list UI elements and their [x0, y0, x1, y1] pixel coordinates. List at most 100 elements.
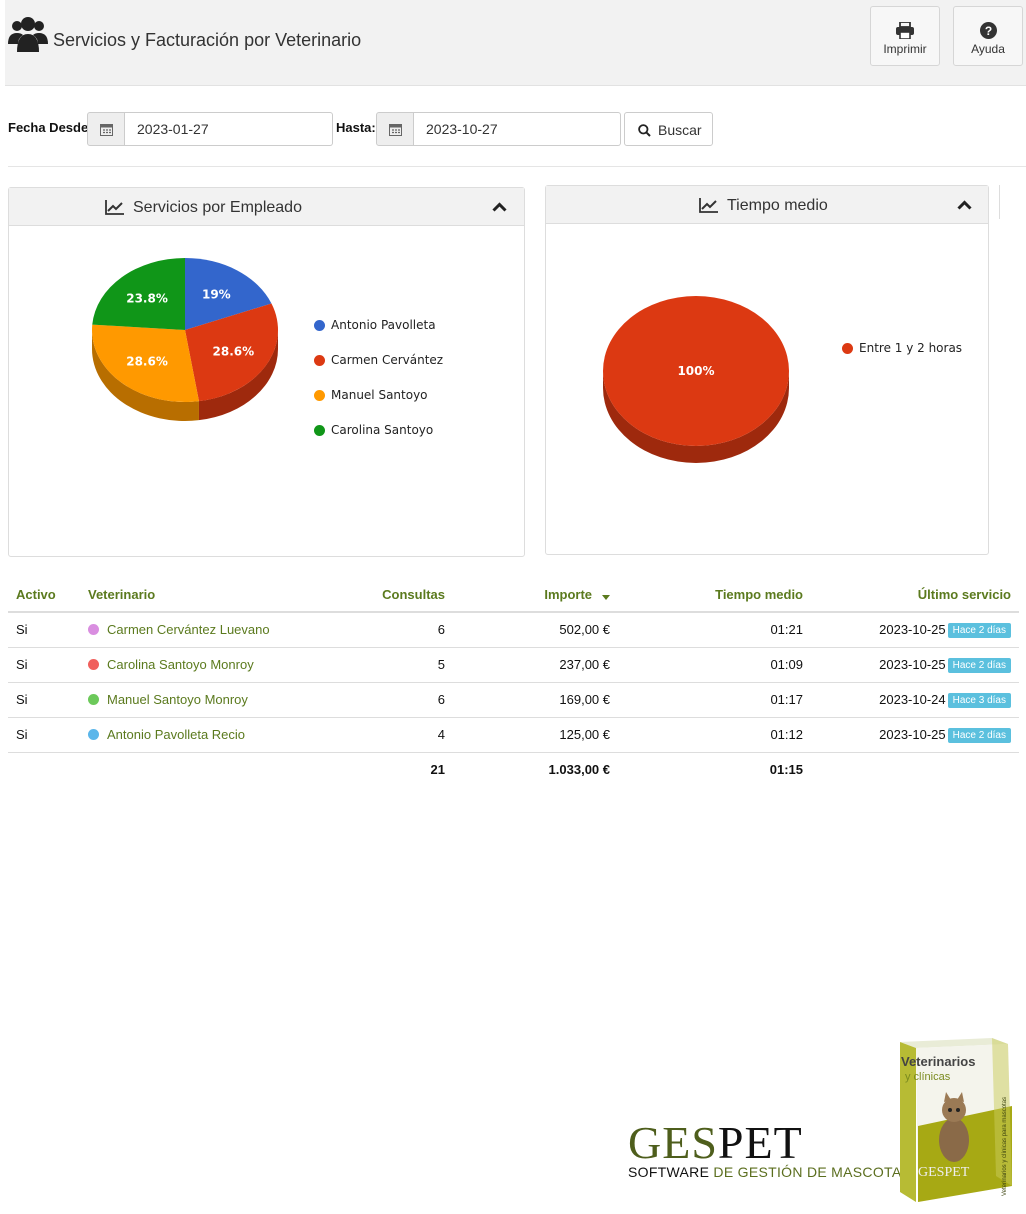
- to-calendar-button[interactable]: [376, 112, 414, 146]
- legend-label: Antonio Pavolleta: [331, 318, 436, 332]
- pie-slice-label: 28.6%: [126, 355, 168, 369]
- users-icon: [8, 17, 48, 52]
- cell-tiempo: 01:12: [618, 717, 811, 753]
- cell-consultas: 6: [330, 682, 453, 718]
- panel-header: Servicios por Empleado: [9, 188, 524, 226]
- to-date-label: Hasta:: [336, 120, 376, 135]
- to-date-input[interactable]: 2023-10-27: [414, 112, 621, 146]
- legend-label: Manuel Santoyo: [331, 388, 428, 402]
- product-box-image: Veterinarios y clínicas GESPET Veterinar…: [900, 1038, 1012, 1202]
- table-header-row: Activo Veterinario Consultas Importe Tie…: [8, 578, 1019, 613]
- total-consultas: 21: [430, 762, 445, 778]
- page-header: Servicios y Facturación por Veterinario …: [5, 0, 1026, 86]
- calendar-icon: [389, 124, 402, 136]
- box-side-text: Veterinarios y clínicas para mascotas: [1002, 1097, 1008, 1196]
- vets-table: Activo Veterinario Consultas Importe Tie…: [8, 578, 1019, 787]
- pie-slice-label: 28.6%: [213, 345, 255, 359]
- vet-name-link[interactable]: Carmen Cervántez Luevano: [107, 622, 270, 637]
- print-button[interactable]: Imprimir: [870, 6, 940, 66]
- help-button[interactable]: ? Ayuda: [953, 6, 1023, 66]
- svg-text:?: ?: [984, 24, 991, 38]
- cell-activo: Si: [8, 717, 80, 753]
- from-date-label: Fecha Desde:: [8, 120, 93, 135]
- pie-chart-time: 100%: [603, 296, 789, 463]
- calendar-icon: [100, 124, 113, 136]
- legend-color-dot: [314, 390, 325, 401]
- col-activo[interactable]: Activo: [8, 578, 80, 613]
- legend-color-dot: [314, 425, 325, 436]
- totals-empty: [8, 752, 80, 787]
- pie-chart-services: 19% 28.6% 28.6% 23.8%: [92, 258, 278, 421]
- cell-veterinario: Carmen Cervántez Luevano: [80, 612, 330, 648]
- cell-veterinario: Antonio Pavolleta Recio: [80, 717, 330, 753]
- cell-tiempo: 01:21: [618, 612, 811, 648]
- color-dot: [88, 624, 99, 636]
- cell-importe: 237,00 €: [453, 647, 618, 683]
- totals-empty: [811, 752, 1019, 787]
- relative-time-badge: Hace 3 días: [947, 692, 1011, 708]
- color-dot: [88, 659, 99, 670]
- cell-importe: 169,00 €: [453, 682, 618, 718]
- tagline-b: DE GESTIÓN DE MASCOTAS: [713, 1164, 912, 1180]
- col-importe[interactable]: Importe: [453, 578, 618, 613]
- color-dot: [88, 694, 99, 705]
- col-consultas[interactable]: Consultas: [330, 578, 453, 613]
- gespet-logo: GESPET SOFTWARE DE GESTIÓN DE MASCOTAS: [628, 1117, 912, 1181]
- color-dot: [88, 729, 99, 740]
- relative-time-badge: Hace 2 días: [947, 657, 1011, 673]
- col-tiempo[interactable]: Tiempo medio: [618, 578, 811, 613]
- time-chart-panel: Tiempo medio 100% Entre 1 y 2 horas: [545, 185, 989, 555]
- from-calendar-button[interactable]: [87, 112, 125, 146]
- col-importe-label: Importe: [544, 587, 592, 602]
- vet-name-link[interactable]: Carolina Santoyo Monroy: [107, 657, 254, 672]
- logo-pet: PET: [717, 1117, 803, 1168]
- cell-ultimo: 2023-10-25 Hace 2 días: [811, 717, 1019, 753]
- cell-consultas: 6: [330, 612, 453, 648]
- legend-label: Entre 1 y 2 horas: [859, 341, 963, 355]
- cell-activo: Si: [8, 612, 80, 648]
- cell-activo: Si: [8, 647, 80, 683]
- cell-tiempo: 01:09: [618, 647, 811, 683]
- pie-slice-label: 19%: [202, 287, 231, 301]
- legend-color-dot: [314, 355, 325, 366]
- chevron-up-icon[interactable]: [957, 200, 972, 210]
- chevron-up-icon[interactable]: [492, 202, 507, 212]
- page-title: Servicios y Facturación por Veterinario: [53, 30, 362, 50]
- logo-ges: GES: [628, 1117, 718, 1168]
- panel-title: Tiempo medio: [727, 197, 828, 214]
- col-ultimo[interactable]: Último servicio: [811, 578, 1019, 613]
- cell-ultimo: 2023-10-24 Hace 3 días: [811, 682, 1019, 718]
- pie-slice-label: 23.8%: [126, 291, 168, 305]
- cell-importe: 502,00 €: [453, 612, 618, 648]
- sort-desc-icon: [602, 595, 610, 600]
- box-title: Veterinarios: [901, 1054, 975, 1069]
- question-circle-icon: ?: [979, 22, 997, 39]
- cell-consultas: 4: [330, 717, 453, 753]
- vet-name-link[interactable]: Manuel Santoyo Monroy: [107, 692, 248, 707]
- from-date-input[interactable]: 2023-01-27: [125, 112, 333, 146]
- table-row[interactable]: Si Carolina Santoyo Monroy 5 237,00 €01:09 2…: [8, 647, 1019, 683]
- tagline-a: SOFTWARE: [628, 1164, 714, 1180]
- search-label: Buscar: [658, 122, 702, 138]
- relative-time-badge: Hace 2 días: [947, 727, 1011, 743]
- printer-icon: [896, 22, 914, 39]
- panel-title: Servicios por Empleado: [133, 199, 302, 216]
- table-row[interactable]: Si Antonio Pavolleta Recio 4 125,00 €01:12 2…: [8, 717, 1019, 753]
- col-veterinario[interactable]: Veterinario: [80, 578, 330, 613]
- search-icon: [638, 124, 651, 137]
- table-row[interactable]: Si Manuel Santoyo Monroy 6 169,00 €01:17 202…: [8, 682, 1019, 718]
- vet-name-link[interactable]: Antonio Pavolleta Recio: [107, 727, 245, 742]
- box-logo: GESPET: [918, 1165, 970, 1180]
- services-chart-panel: Servicios por Empleado 19% 28.6% 28.6% 23.8…: [8, 187, 525, 557]
- panel-header: Tiempo medio: [546, 186, 988, 224]
- totals-empty: [80, 752, 330, 787]
- table-row[interactable]: Si Carmen Cervántez Luevano 6 502,00 €01:21…: [8, 612, 1019, 648]
- cell-tiempo: 01:17: [618, 682, 811, 718]
- last-service-date: 2023-10-24: [879, 691, 946, 707]
- last-service-date: 2023-10-25: [879, 656, 946, 672]
- legend-label: Carolina Santoyo: [331, 423, 434, 437]
- search-button[interactable]: Buscar: [624, 112, 713, 146]
- divider: [8, 166, 1026, 167]
- total-tiempo: 01:15: [769, 762, 803, 778]
- last-service-date: 2023-10-25: [879, 621, 946, 637]
